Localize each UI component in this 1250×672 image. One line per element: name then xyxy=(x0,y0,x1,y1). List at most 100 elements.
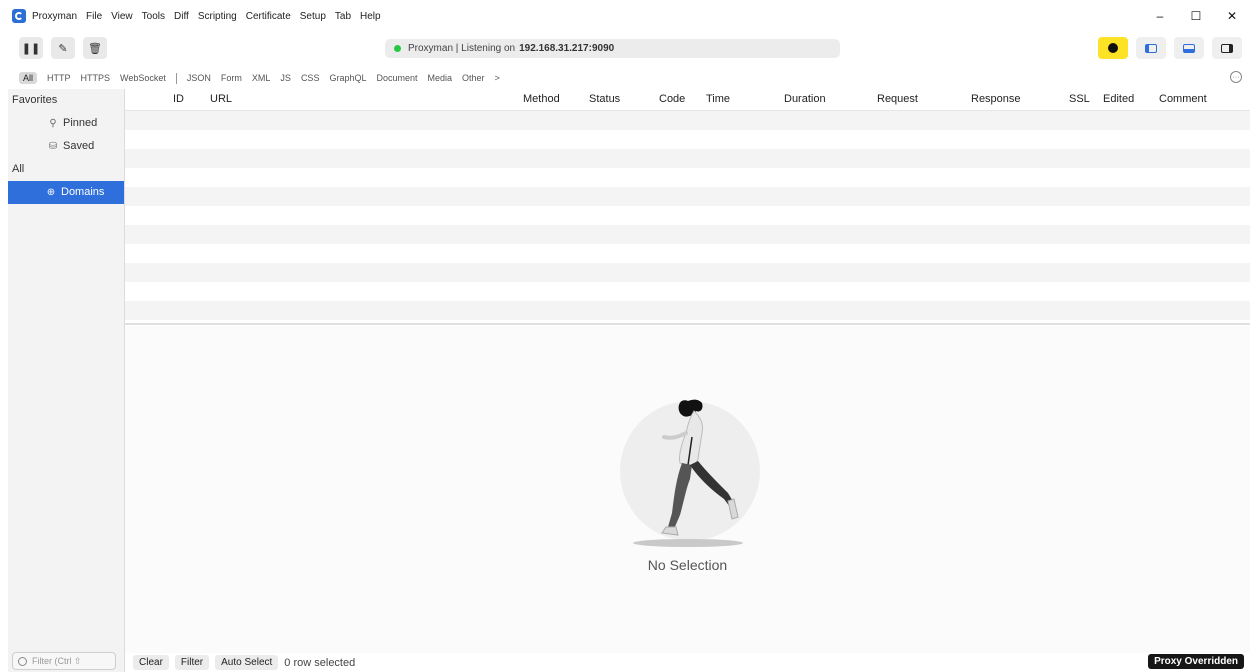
clear-all-button[interactable]: 🗑 xyxy=(83,37,107,59)
menu-proxyman[interactable]: Proxyman xyxy=(32,11,77,22)
sidebar-item-label: Saved xyxy=(63,140,95,152)
close-button[interactable]: ✕ xyxy=(1214,9,1250,23)
sidebar-item-label: Domains xyxy=(61,186,105,198)
sidebar-section-all[interactable]: All xyxy=(8,158,124,181)
table-row xyxy=(125,282,1250,301)
filter-css[interactable]: CSS xyxy=(301,73,320,83)
more-options-icon[interactable]: ··· xyxy=(1230,71,1242,83)
filter-form[interactable]: Form xyxy=(221,73,242,83)
toolbar: ❚❚ ✎ 🗑 Proxyman | Listening on 192.168.3… xyxy=(0,32,1250,64)
filter-js[interactable]: JS xyxy=(280,73,291,83)
column-duration[interactable]: Duration xyxy=(784,93,826,105)
sidebar-filter-placeholder: Filter (Ctrl ⇧ xyxy=(32,655,82,666)
globe-icon: ⊕ xyxy=(46,187,56,198)
table-row xyxy=(125,244,1250,263)
menu-tools[interactable]: Tools xyxy=(142,11,165,22)
column-method[interactable]: Method xyxy=(523,93,560,105)
column-id[interactable]: ID xyxy=(173,93,184,105)
minimize-button[interactable]: – xyxy=(1142,9,1178,23)
left-panel-icon xyxy=(1145,43,1157,53)
column-time[interactable]: Time xyxy=(706,93,730,105)
column-comment[interactable]: Comment xyxy=(1159,93,1207,105)
table-row xyxy=(125,206,1250,225)
filter-graphql[interactable]: GraphQL xyxy=(329,73,366,83)
status-address: 192.168.31.217:9090 xyxy=(519,43,615,54)
auto-select-button[interactable]: Auto Select xyxy=(215,655,279,670)
row-count-text: 0 row selected xyxy=(284,656,356,669)
compose-button[interactable]: ✎ xyxy=(51,37,75,59)
column-status[interactable]: Status xyxy=(589,93,620,105)
table-row xyxy=(125,149,1250,168)
table-body xyxy=(125,111,1250,320)
filter-document[interactable]: Document xyxy=(376,73,417,83)
table-header: ID URL Method Status Code Time Duration … xyxy=(125,89,1250,111)
status-text: Proxyman | Listening on xyxy=(408,43,516,54)
pause-button[interactable]: ❚❚ xyxy=(19,37,43,59)
filter-media[interactable]: Media xyxy=(428,73,453,83)
column-request[interactable]: Request xyxy=(877,93,918,105)
menu-file[interactable]: File xyxy=(86,11,102,22)
table-row xyxy=(125,130,1250,149)
request-table: ID URL Method Status Code Time Duration … xyxy=(125,89,1250,325)
menu-certificate[interactable]: Certificate xyxy=(246,11,291,22)
filter-http[interactable]: HTTP xyxy=(47,73,71,83)
table-row xyxy=(125,301,1250,320)
menu-tab[interactable]: Tab xyxy=(335,11,351,22)
menu-setup[interactable]: Setup xyxy=(300,11,326,22)
sidebar-item-saved[interactable]: ⛁ Saved xyxy=(8,135,124,158)
sidebar-filter-input[interactable]: Filter (Ctrl ⇧ xyxy=(12,652,116,670)
column-ssl[interactable]: SSL xyxy=(1069,93,1090,105)
content-type-filter-bar: All HTTP HTTPS WebSocket JSON Form XML J… xyxy=(0,68,1250,88)
filter-more-chevron-icon[interactable]: > xyxy=(495,73,500,83)
sidebar: Favorites ⚲ Pinned ⛁ Saved All ⊕ Domains… xyxy=(8,89,125,672)
warning-icon xyxy=(1108,43,1118,53)
filter-button[interactable]: Filter xyxy=(174,655,210,670)
maximize-button[interactable]: ☐ xyxy=(1178,9,1214,23)
sidebar-item-pinned[interactable]: ⚲ Pinned xyxy=(8,112,124,135)
toggle-left-panel-button[interactable] xyxy=(1136,37,1166,59)
sidebar-item-domains[interactable]: ⊕ Domains xyxy=(8,181,124,204)
compose-icon: ✎ xyxy=(58,42,68,55)
filter-icon xyxy=(18,656,27,666)
column-response[interactable]: Response xyxy=(971,93,1021,105)
table-row xyxy=(125,263,1250,282)
menu-bar: Proxyman File View Tools Diff Scripting … xyxy=(32,11,390,22)
right-panel-icon xyxy=(1221,43,1233,53)
filter-other[interactable]: Other xyxy=(462,73,485,83)
column-url[interactable]: URL xyxy=(210,93,232,105)
status-dot-icon xyxy=(394,45,401,52)
menu-scripting[interactable]: Scripting xyxy=(198,11,237,22)
table-row xyxy=(125,225,1250,244)
layout-tools xyxy=(1098,37,1242,59)
menu-view[interactable]: View xyxy=(111,11,133,22)
no-selection-text: No Selection xyxy=(647,557,728,573)
bottom-panel-icon xyxy=(1183,43,1195,53)
filter-xml[interactable]: XML xyxy=(252,73,271,83)
filter-all[interactable]: All xyxy=(19,72,38,84)
pin-icon: ⚲ xyxy=(49,118,57,129)
menu-help[interactable]: Help xyxy=(360,11,381,22)
filter-https[interactable]: HTTPS xyxy=(81,73,111,83)
proxy-status-badge[interactable]: Proxy Overridden xyxy=(1148,654,1244,669)
detail-pane: No Selection xyxy=(125,326,1250,653)
bottom-bar: Clear Filter Auto Select 0 row selected … xyxy=(125,653,1250,672)
table-row xyxy=(125,111,1250,130)
table-row xyxy=(125,187,1250,206)
filter-json[interactable]: JSON xyxy=(187,73,211,83)
app-logo-icon xyxy=(12,9,26,23)
column-edited[interactable]: Edited xyxy=(1103,93,1134,105)
trash-icon: 🗑 xyxy=(88,42,102,55)
table-row xyxy=(125,168,1250,187)
sidebar-section-favorites: Favorites xyxy=(12,94,58,106)
window-controls: – ☐ ✕ xyxy=(1142,0,1250,32)
title-bar: Proxyman File View Tools Diff Scripting … xyxy=(0,0,1250,32)
column-code[interactable]: Code xyxy=(659,93,685,105)
toggle-bottom-panel-button[interactable] xyxy=(1174,37,1204,59)
saved-icon: ⛁ xyxy=(48,141,58,152)
warning-button[interactable] xyxy=(1098,37,1128,59)
menu-diff[interactable]: Diff xyxy=(174,11,189,22)
toggle-right-panel-button[interactable] xyxy=(1212,37,1242,59)
listening-status: Proxyman | Listening on 192.168.31.217:9… xyxy=(385,39,840,58)
clear-button[interactable]: Clear xyxy=(133,655,169,670)
filter-websocket[interactable]: WebSocket xyxy=(120,73,166,83)
